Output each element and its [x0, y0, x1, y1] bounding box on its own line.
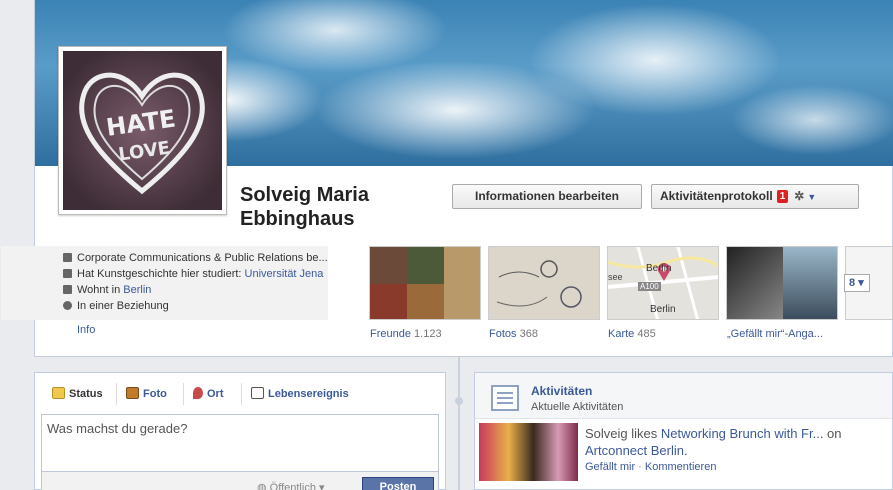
map-road-label: A100	[638, 282, 661, 291]
about-residence: Wohnt in Berlin	[63, 284, 151, 296]
audience-selector[interactable]: ◍ Öffentlich ▾	[257, 481, 325, 490]
friends-label-text: Freunde	[370, 328, 411, 340]
chevron-down-icon: ▾	[858, 277, 864, 289]
university-link[interactable]: Universität Jena	[245, 268, 324, 280]
status-composer: Status Foto Ort Lebensereignis Was machs…	[34, 372, 446, 490]
heart-icon	[63, 301, 72, 310]
edit-info-button[interactable]: Informationen bearbeiten	[452, 184, 642, 209]
likes-photo	[783, 247, 837, 319]
about-relationship-text: In einer Beziehung	[77, 300, 169, 312]
activity-title[interactable]: Aktivitäten	[531, 384, 592, 398]
story-actor: Solveig likes	[585, 426, 661, 441]
activity-log-button[interactable]: Aktivitätenprotokoll 1 ✲ ▼	[651, 184, 859, 209]
chevron-down-icon[interactable]: ▼	[807, 186, 816, 209]
timeline-spine	[458, 357, 460, 490]
book-icon	[251, 387, 264, 399]
location-pin-icon	[193, 387, 203, 399]
likes-label[interactable]: „Gefällt mir“-Anga...	[727, 328, 823, 340]
activity-header: Aktivitäten Aktuelle Aktivitäten	[475, 373, 892, 419]
tab-photo[interactable]: Foto	[126, 387, 167, 400]
photos-count: 368	[519, 328, 538, 340]
like-link[interactable]: Gefällt mir	[585, 461, 635, 473]
action-separator: ·	[635, 461, 645, 473]
graduation-cap-icon	[63, 269, 72, 278]
profile-picture-image: HATE LOVE	[63, 51, 222, 210]
activity-box: Aktivitäten Aktuelle Aktivitäten Solveig…	[474, 372, 893, 490]
friends-count: 1.123	[414, 328, 442, 340]
friend-photo	[370, 247, 407, 284]
story-object-link[interactable]: Networking Brunch with Fr...	[661, 426, 824, 441]
about-education: Hat Kunstgeschichte hier studiert: Unive…	[63, 268, 324, 280]
activity-actions: Gefällt mir · Kommentieren	[585, 461, 716, 473]
friend-photo	[370, 284, 407, 319]
about-work: Corporate Communications & Public Relati…	[63, 252, 328, 264]
gear-icon[interactable]: ✲	[794, 185, 804, 208]
about-relationship: In einer Beziehung	[63, 300, 169, 312]
map-tile[interactable]: Berlin see A100 Berlin	[607, 246, 719, 320]
activity-list-icon	[491, 385, 519, 411]
briefcase-icon	[63, 253, 72, 262]
activity-story: Solveig likes Networking Brunch with Fr.…	[585, 425, 885, 459]
friends-tile[interactable]	[369, 246, 481, 320]
friends-label[interactable]: Freunde 1.123	[370, 328, 442, 340]
photos-tile[interactable]	[488, 246, 600, 320]
svg-text:HATE: HATE	[104, 104, 177, 141]
activity-subtitle: Aktuelle Aktivitäten	[531, 401, 624, 413]
more-apps-count: 8	[849, 277, 856, 289]
tab-status-label: Status	[69, 388, 103, 400]
post-button[interactable]: Posten	[362, 477, 434, 490]
audience-label: Öffentlich	[269, 482, 316, 490]
likes-photo	[727, 247, 783, 319]
photos-label[interactable]: Fotos 368	[489, 328, 538, 340]
likes-tile[interactable]	[726, 246, 838, 320]
tab-divider	[241, 383, 242, 405]
tab-place-label: Ort	[207, 388, 224, 400]
story-connector: on	[823, 426, 842, 441]
map-lake-label: see	[608, 272, 623, 282]
composer-tabs: Status Foto Ort Lebensereignis	[35, 373, 445, 413]
home-icon	[63, 285, 72, 294]
about-education-text: Hat Kunstgeschichte hier studiert:	[77, 268, 245, 280]
map-label-text: Karte	[608, 328, 635, 340]
about-residence-text: Wohnt in	[77, 284, 124, 296]
more-apps-button[interactable]: 8 ▾	[844, 274, 870, 292]
activity-thumbnail[interactable]	[479, 423, 578, 481]
timeline-dot	[455, 397, 463, 405]
tab-life-event[interactable]: Lebensereignis	[251, 387, 349, 400]
city-link[interactable]: Berlin	[123, 284, 151, 296]
tab-divider	[183, 383, 184, 405]
tab-photo-label: Foto	[143, 388, 167, 400]
chevron-down-icon: ▾	[319, 482, 325, 490]
friend-photo	[407, 284, 444, 319]
svg-text:LOVE: LOVE	[117, 138, 171, 166]
comment-link[interactable]: Kommentieren	[645, 461, 717, 473]
tab-life-event-label: Lebensereignis	[268, 388, 349, 400]
info-link[interactable]: Info	[77, 324, 95, 336]
friend-photo	[444, 247, 480, 319]
globe-icon: ◍	[257, 482, 267, 490]
friend-photo	[407, 247, 444, 284]
photos-label-text: Fotos	[489, 328, 517, 340]
activity-log-label: Aktivitätenprotokoll	[660, 189, 773, 203]
activity-log-badge: 1	[776, 190, 789, 203]
heart-graffiti-icon: HATE LOVE	[79, 72, 205, 195]
tab-status[interactable]: Status	[52, 387, 103, 400]
photo-doodle-icon	[489, 247, 599, 319]
camera-icon	[126, 387, 139, 399]
map-label[interactable]: Karte 485	[608, 328, 656, 340]
map-count: 485	[637, 328, 656, 340]
about-work-text: Corporate Communications & Public Relati…	[77, 252, 328, 264]
tab-place[interactable]: Ort	[193, 387, 224, 400]
status-icon	[52, 387, 65, 399]
profile-name[interactable]: Solveig Maria Ebbinghaus	[240, 183, 440, 231]
story-page-link[interactable]: Artconnect Berlin.	[585, 443, 688, 458]
map-city-label: Berlin	[646, 263, 672, 274]
status-input[interactable]: Was machst du gerade?	[41, 414, 439, 472]
map-city-label-2: Berlin	[650, 304, 676, 315]
tab-divider	[116, 383, 117, 405]
profile-picture[interactable]: HATE LOVE	[58, 46, 227, 215]
